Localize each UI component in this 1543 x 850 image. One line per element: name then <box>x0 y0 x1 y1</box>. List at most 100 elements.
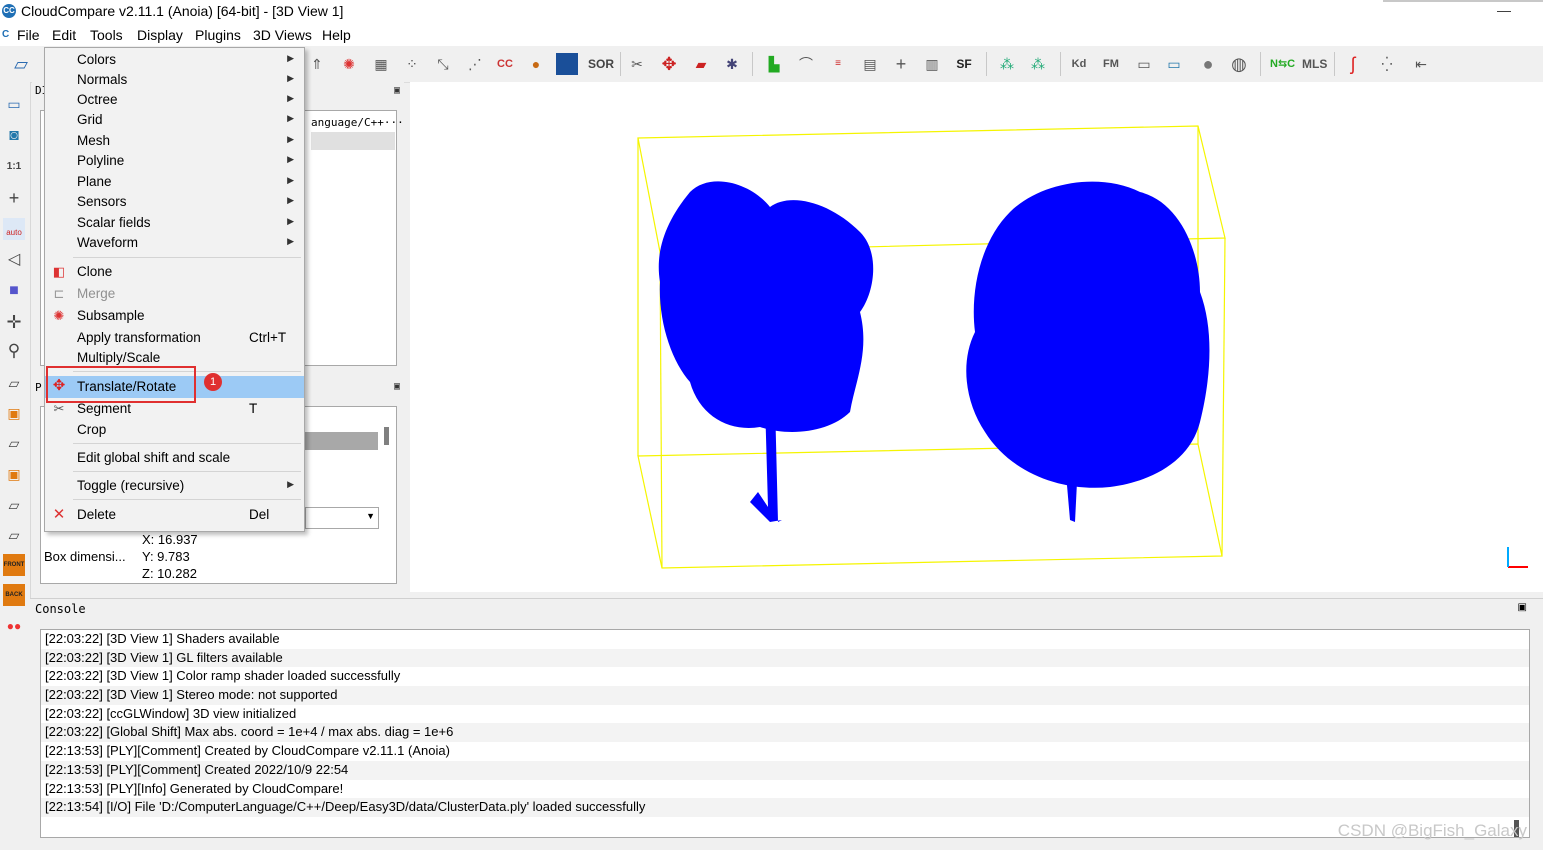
cube-icon[interactable]: ■ <box>3 280 25 302</box>
points-icon[interactable]: ⁛ <box>1376 53 1398 75</box>
menu-item-edit-global-shift[interactable]: Edit global shift and scale <box>45 448 304 468</box>
menu-item-waveform[interactable]: Waveform ▶ <box>45 233 304 253</box>
menu-item-mesh[interactable]: Mesh ▶ <box>45 131 304 151</box>
menu-tools[interactable]: Tools <box>90 27 123 43</box>
menu-display[interactable]: Display <box>137 27 183 43</box>
camera-icon[interactable]: ◙ <box>3 125 25 147</box>
db-tree-item-path[interactable]: anguage/C++··· <box>311 116 404 129</box>
iso-back-icon[interactable]: BACK <box>3 584 25 606</box>
bbox-edge <box>1221 237 1226 557</box>
subsample-tool-icon[interactable]: ⋰ <box>464 53 486 75</box>
canupo-create-icon[interactable]: ⁂ <box>996 53 1018 75</box>
clone-icon: ◧ <box>52 264 66 279</box>
s-curve-icon[interactable]: ʃ <box>1342 53 1364 75</box>
normals-to-colors-icon[interactable]: N⇆C <box>1270 53 1295 75</box>
view-top-icon[interactable]: ▱ <box>3 372 25 394</box>
menubar-app-icon: C <box>2 29 10 40</box>
menu-file[interactable]: File <box>17 27 40 43</box>
checkerboard-icon[interactable] <box>556 53 578 75</box>
menu-item-multiply-scale[interactable]: Multiply/Scale <box>45 348 304 368</box>
menu-item-delete[interactable]: ✕ Delete Del <box>45 505 304 525</box>
scalar-field-icon[interactable]: SF <box>953 53 975 75</box>
translate-rotate-tool-icon[interactable]: ✥ <box>658 53 680 75</box>
globe-icon[interactable]: ◍ <box>1228 53 1250 75</box>
tree-right-trunk <box>1065 462 1078 522</box>
filter-icon[interactable]: ▤ <box>859 53 881 75</box>
view-bottom-icon[interactable]: ▱ <box>3 524 25 546</box>
cloud-compare-icon[interactable]: CC <box>494 53 516 75</box>
db-tree-selected-row[interactable] <box>311 132 395 150</box>
menu-3d-views[interactable]: 3D Views <box>253 27 312 43</box>
undock-icon[interactable]: ⇤ <box>1410 53 1432 75</box>
point-cloud-scene[interactable] <box>410 82 1543 592</box>
menu-item-normals[interactable]: Normals ▶ <box>45 70 304 90</box>
stereo-icon[interactable]: ●● <box>3 615 25 637</box>
auto-pick-rotation-center-icon[interactable]: auto <box>3 218 25 240</box>
properties-dropdown[interactable]: ▼ <box>305 507 379 529</box>
normals-icon[interactable]: ⇑ <box>306 53 328 75</box>
menu-item-label: Delete <box>77 507 117 522</box>
min-max-icon[interactable]: ≡ <box>827 53 849 75</box>
menu-edit[interactable]: Edit <box>52 27 76 43</box>
menu-item-plane[interactable]: Plane ▶ <box>45 172 304 192</box>
log-line: [22:03:22] [3D View 1] GL filters availa… <box>41 648 1529 668</box>
bunny-icon[interactable]: ● <box>525 53 547 75</box>
perspective-icon[interactable]: ◁ <box>3 249 25 271</box>
menu-plugins[interactable]: Plugins <box>195 27 241 43</box>
add-icon[interactable]: + <box>890 53 912 75</box>
octree-icon[interactable]: ▦ <box>370 53 392 75</box>
menu-item-apply-transformation[interactable]: Apply transformation Ctrl+T <box>45 328 304 348</box>
sample-points-icon[interactable]: ✺ <box>338 53 360 75</box>
3d-view[interactable] <box>410 82 1543 592</box>
menu-item-clone[interactable]: ◧ Clone <box>45 262 304 282</box>
crosshair-icon[interactable]: + <box>3 187 25 209</box>
menu-item-scalar-fields[interactable]: Scalar fields ▶ <box>45 213 304 233</box>
menu-item-crop[interactable]: Crop <box>45 420 304 440</box>
log-line: [22:03:22] [ccGLWindow] 3D view initiali… <box>45 705 297 721</box>
fast-marching-icon[interactable]: FM <box>1100 53 1122 75</box>
expand-icon[interactable]: ⤡ <box>432 53 454 75</box>
view-right-icon[interactable]: ▱ <box>3 494 25 516</box>
view-left-icon[interactable]: ▱ <box>3 432 25 454</box>
view-front-icon[interactable]: ▣ <box>3 402 25 424</box>
log-line: [22:13:53] [PLY][Info] Generated by Clou… <box>45 780 344 796</box>
menu-help[interactable]: Help <box>322 27 351 43</box>
sphere-icon[interactable]: ● <box>1197 53 1219 75</box>
document-icon[interactable]: ▭ <box>1133 53 1155 75</box>
sor-filter-icon[interactable]: SOR <box>588 53 614 75</box>
canupo-classify-icon[interactable]: ⁂ <box>1027 53 1049 75</box>
menu-item-colors[interactable]: Colors ▶ <box>45 50 304 70</box>
monitor-icon[interactable]: ▭ <box>1163 53 1185 75</box>
menu-item-octree[interactable]: Octree ▶ <box>45 90 304 110</box>
undock-panel-icon[interactable]: ▣ <box>394 381 400 392</box>
open-file-icon[interactable]: ▱ <box>10 53 32 75</box>
histogram-icon[interactable]: ▙ <box>763 53 785 75</box>
fullscreen-icon[interactable]: ▭ <box>3 93 25 115</box>
properties-selected-row[interactable] <box>305 432 378 450</box>
move-icon[interactable]: ✛ <box>3 311 25 333</box>
properties-scrollbar[interactable] <box>384 427 389 445</box>
scissors-tool-icon[interactable]: ✂ <box>626 53 648 75</box>
curve-fit-icon[interactable]: ⌒ <box>795 53 817 75</box>
undock-panel-icon[interactable]: ▣ <box>394 85 400 96</box>
menu-item-grid[interactable]: Grid ▶ <box>45 110 304 130</box>
view-back-icon[interactable]: ▣ <box>3 463 25 485</box>
menu-item-toggle-recursive[interactable]: Toggle (recursive) ▶ <box>45 476 304 496</box>
menu-item-merge[interactable]: ⊏ Merge <box>45 284 304 304</box>
iso-front-icon[interactable]: FRONT <box>3 554 25 576</box>
point-picking-icon[interactable]: ✱ <box>721 53 743 75</box>
menu-item-subsample[interactable]: ✺ Subsample <box>45 306 304 326</box>
console-log[interactable]: [22:03:22] [3D View 1] Shaders available… <box>40 629 1530 838</box>
kdtree-icon[interactable]: Kd <box>1068 53 1090 75</box>
plane-icon[interactable]: ▰ <box>690 53 712 75</box>
zoom-1-1-icon[interactable]: 1:1 <box>3 156 25 178</box>
minimize-button[interactable]: — <box>1497 2 1511 18</box>
scatter-icon[interactable]: ⁘ <box>401 53 423 75</box>
mls-icon[interactable]: MLS <box>1302 53 1327 75</box>
submenu-arrow-icon: ▶ <box>287 195 294 205</box>
calculator-icon[interactable]: ▥ <box>921 53 943 75</box>
menu-item-sensors[interactable]: Sensors ▶ <box>45 192 304 212</box>
undock-console-icon[interactable]: ▣ <box>1518 602 1527 613</box>
zoom-icon[interactable]: ⚲ <box>3 340 25 362</box>
menu-item-polyline[interactable]: Polyline ▶ <box>45 151 304 171</box>
